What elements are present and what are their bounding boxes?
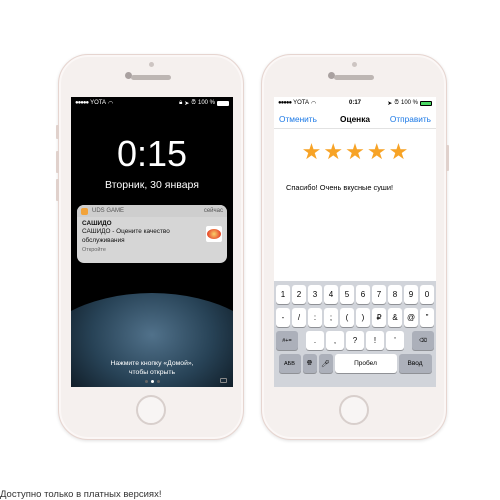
abc-key[interactable]: АБВ (278, 354, 301, 373)
volume-up-button (56, 151, 59, 173)
star-icon[interactable]: ★ (345, 141, 365, 163)
wifi-icon: ◠ (108, 100, 114, 107)
page-indicator (71, 380, 233, 383)
camera-icon[interactable] (220, 378, 227, 383)
notification-header: UDS GAME сейчас (77, 205, 227, 217)
power-button (446, 145, 449, 171)
number-key[interactable]: 4 (324, 285, 338, 304)
symbol-key[interactable]: ( (340, 308, 354, 327)
notification-message: САШИДО - Оцените качество обслуживания (82, 228, 170, 244)
front-camera (352, 62, 357, 67)
home-button[interactable] (339, 395, 369, 425)
earpiece-speaker (334, 75, 374, 80)
unlock-hint: Нажмите кнопку «Домой», чтобы открыть (71, 359, 233, 377)
volume-down-button (56, 179, 59, 201)
symbol-key[interactable]: ₽ (372, 308, 386, 327)
nav-bar: Отменить Оценка Отправить (274, 109, 436, 129)
number-key[interactable]: 7 (372, 285, 386, 304)
notification-card[interactable]: UDS GAME сейчас САШИДО САШИДО - Оцените … (77, 205, 227, 263)
lock-icon: 🔒︎ (179, 99, 183, 106)
status-time: 0:17 (348, 100, 361, 106)
rating-screen: ●●●●● YOTA ◠ 0:17 ➤ ⏰︎ 100 % Отменить Оц… (274, 97, 436, 387)
star-rating: ★ ★ ★ ★ ★ (274, 141, 436, 163)
symbol-key[interactable]: / (292, 308, 306, 327)
app-icon (81, 207, 88, 215)
number-key[interactable]: 1 (276, 285, 290, 304)
space-key[interactable]: Пробел (334, 354, 397, 373)
keyboard-row-symbols: - /:;() ₽ & @ " (276, 308, 434, 327)
number-key[interactable]: 0 (420, 285, 434, 304)
lock-date: Вторник, 30 января (105, 179, 199, 191)
microphone-icon[interactable]: 🎤︎ (318, 354, 333, 373)
notification-time: сейчас (203, 208, 223, 214)
lock-time: 0:15 (116, 133, 188, 174)
globe-icon[interactable]: 🌐︎ (302, 354, 317, 373)
symbol-key[interactable]: @ (404, 308, 418, 327)
notification-hint: Откройте (82, 246, 106, 253)
punctuation-key[interactable]: ! (366, 331, 384, 350)
footer-note: Доступно только в платных версиях! (0, 489, 162, 500)
earpiece-speaker (131, 75, 171, 80)
symbol-key[interactable]: & (388, 308, 402, 327)
return-key[interactable]: Ввод (398, 354, 432, 373)
review-text-field[interactable]: Спасибо! Очень вкусные суши! (286, 183, 393, 192)
symbol-key[interactable]: : (308, 308, 322, 327)
location-icon: ➤ (184, 100, 190, 107)
star-icon[interactable]: ★ (367, 141, 387, 163)
number-key[interactable]: 9 (404, 285, 418, 304)
cancel-button[interactable]: Отменить (279, 114, 317, 124)
battery-percent: 100 % (197, 100, 215, 106)
punctuation-key[interactable]: . (306, 331, 324, 350)
star-icon[interactable]: ★ (302, 141, 322, 163)
status-bar: ●●●●● YOTA ◠ 0:17 ➤ ⏰︎ 100 % (274, 97, 436, 109)
number-key[interactable]: 5 (340, 285, 354, 304)
left-phone: ●●●●● YOTA ◠ 🔒︎ ➤ ⏰︎ 100 % 0:15 Вторник,… (56, 54, 244, 440)
alarm-icon: ⏰︎ (191, 99, 196, 106)
keyboard-row-bottom: АБВ 🌐︎ 🎤︎ Пробел Ввод (276, 354, 434, 373)
number-key[interactable]: 6 (356, 285, 370, 304)
symbol-key[interactable]: " (420, 308, 434, 327)
symbol-key[interactable]: ; (324, 308, 338, 327)
backspace-key[interactable]: ⌫ (412, 331, 434, 350)
punctuation-key[interactable]: ' (386, 331, 404, 350)
symbol-key[interactable]: - (276, 308, 290, 327)
symbol-key[interactable]: ) (356, 308, 370, 327)
page-dot-active (150, 380, 154, 383)
page-dot (156, 380, 160, 383)
carrier-label: YOTA (90, 100, 107, 106)
unlock-hint-line1: Нажмите кнопку «Домой», (110, 360, 194, 367)
punctuation-keys: .,?! ' (306, 331, 404, 350)
star-icon[interactable]: ★ (389, 141, 409, 163)
lock-screen: ●●●●● YOTA ◠ 🔒︎ ➤ ⏰︎ 100 % 0:15 Вторник,… (71, 97, 233, 387)
notification-title: САШИДО (82, 220, 112, 227)
keyboard-row-numbers: 1234567890 (276, 285, 434, 304)
send-button[interactable]: Отправить (390, 114, 431, 124)
notification-body: САШИДО САШИДО - Оцените качество обслужи… (77, 217, 227, 257)
right-phone: ●●●●● YOTA ◠ 0:17 ➤ ⏰︎ 100 % Отменить Оц… (261, 54, 449, 440)
punctuation-key[interactable]: ? (346, 331, 364, 350)
keyboard: 1234567890 - /:;() ₽ & @ " #+= .,?! ' ⌫ АБВ 🌐︎… (274, 281, 436, 387)
notification-app-name: UDS GAME (92, 208, 125, 214)
number-key[interactable]: 8 (388, 285, 402, 304)
home-button[interactable] (136, 395, 166, 425)
page-dot (144, 380, 148, 383)
battery-icon (217, 100, 229, 106)
restaurant-logo-icon (206, 226, 222, 242)
signal-icon: ●●●●● (75, 100, 89, 106)
unlock-hint-line2: чтобы открыть (128, 369, 176, 377)
number-key[interactable]: 2 (292, 285, 306, 304)
keyboard-row-punctuation: #+= .,?! ' ⌫ (276, 331, 434, 350)
number-key[interactable]: 3 (308, 285, 322, 304)
front-camera (149, 62, 154, 67)
star-icon[interactable]: ★ (323, 141, 343, 163)
symbols-toggle-key[interactable]: #+= (276, 331, 298, 350)
battery-icon (420, 100, 432, 106)
punctuation-key[interactable]: , (326, 331, 344, 350)
status-bar: ●●●●● YOTA ◠ 🔒︎ ➤ ⏰︎ 100 % (71, 97, 233, 109)
mute-switch (56, 125, 59, 139)
